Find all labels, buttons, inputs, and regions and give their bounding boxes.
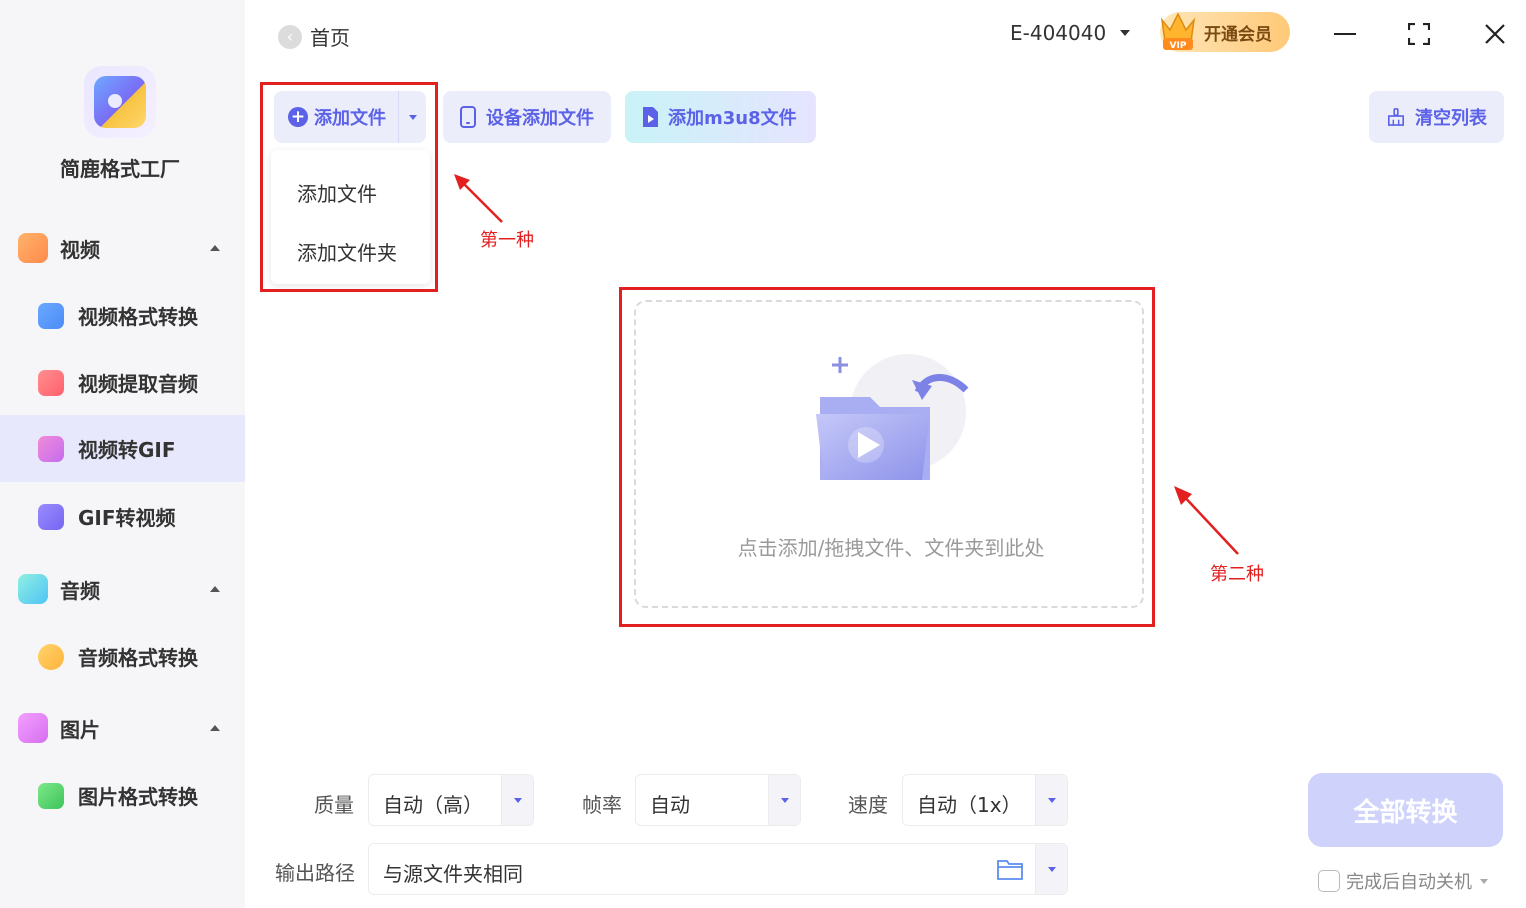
chevron-down-icon xyxy=(1048,867,1056,872)
minimize-icon xyxy=(1334,33,1356,35)
output-path-label: 输出路径 xyxy=(275,857,355,886)
convert-all-label: 全部转换 xyxy=(1353,792,1457,829)
sidebar-item-audio-format-convert[interactable]: 音频格式转换 xyxy=(0,623,245,690)
back-home-button[interactable]: ‹ 首页 xyxy=(278,22,350,51)
nav-group-label: 视频 xyxy=(60,234,100,263)
auto-shutdown-option[interactable]: 完成后自动关机 xyxy=(1318,868,1488,894)
speed-dropdown-toggle[interactable] xyxy=(1035,775,1067,825)
sidebar-item-label: GIF转视频 xyxy=(78,502,176,531)
sidebar-item-label: 视频提取音频 xyxy=(78,368,198,397)
app-window: 简鹿格式工厂 视频 视频格式转换 视频提取音频 视频转GIF GIF转视频 音频 xyxy=(0,0,1526,908)
add-m3u8-label: 添加m3u8文件 xyxy=(668,104,797,130)
sidebar-item-video-to-gif[interactable]: 视频转GIF xyxy=(0,415,245,482)
collapse-caret-icon[interactable] xyxy=(210,245,220,251)
close-icon xyxy=(1484,23,1506,45)
audio-convert-icon xyxy=(38,644,64,670)
chevron-down-icon xyxy=(514,798,522,803)
output-path-select[interactable]: 与源文件夹相同 xyxy=(368,843,1068,895)
chevron-down-icon xyxy=(781,798,789,803)
clear-list-label: 清空列表 xyxy=(1415,104,1487,130)
framerate-select[interactable]: 自动 xyxy=(635,774,801,826)
nav-group-audio[interactable]: 音频 xyxy=(0,569,245,609)
speed-value: 自动（1x） xyxy=(917,789,1022,818)
annotation-second-label: 第二种 xyxy=(1210,560,1264,586)
image-convert-icon xyxy=(38,783,64,809)
gif-video-icon xyxy=(38,504,64,530)
vip-button[interactable]: VIP 开通会员 xyxy=(1160,12,1290,52)
annotation-arrow-first xyxy=(450,170,510,226)
auto-shutdown-checkbox[interactable] xyxy=(1318,870,1340,892)
device-add-file-label: 设备添加文件 xyxy=(486,104,594,130)
convert-all-button[interactable]: 全部转换 xyxy=(1308,773,1503,847)
app-logo-icon xyxy=(94,76,146,128)
sidebar-item-image-format-convert[interactable]: 图片格式转换 xyxy=(0,762,245,829)
image-icon xyxy=(18,713,48,743)
file-drop-zone[interactable]: 点击添加/拖拽文件、文件夹到此处 xyxy=(634,300,1144,608)
speed-label: 速度 xyxy=(848,789,888,818)
vip-badge-text: VIP xyxy=(1170,41,1187,51)
extract-audio-icon xyxy=(38,370,64,396)
nav-group-video[interactable]: 视频 xyxy=(0,228,245,268)
chevron-down-icon xyxy=(1120,30,1130,36)
nav-group-image[interactable]: 图片 xyxy=(0,708,245,748)
vip-label: 开通会员 xyxy=(1204,20,1272,45)
add-m3u8-button[interactable]: 添加m3u8文件 xyxy=(625,91,816,143)
sidebar-item-label: 视频格式转换 xyxy=(78,301,198,330)
phone-icon xyxy=(459,106,477,128)
sidebar-item-label: 图片格式转换 xyxy=(78,781,198,810)
back-label: 首页 xyxy=(310,22,350,51)
annotation-box-first xyxy=(260,82,438,292)
sidebar: 简鹿格式工厂 视频 视频格式转换 视频提取音频 视频转GIF GIF转视频 音频 xyxy=(0,0,245,908)
folder-icon[interactable] xyxy=(997,858,1023,880)
nav-group-label: 音频 xyxy=(60,575,100,604)
close-button[interactable] xyxy=(1475,14,1515,54)
video-convert-icon xyxy=(38,303,64,329)
app-logo xyxy=(84,66,156,138)
add-folder-illustration-icon xyxy=(808,352,978,502)
back-arrow-icon: ‹ xyxy=(278,25,302,49)
quality-select[interactable]: 自动（高） xyxy=(368,774,534,826)
broom-icon xyxy=(1387,106,1405,128)
sidebar-item-video-extract-audio[interactable]: 视频提取音频 xyxy=(0,349,245,416)
sidebar-item-label: 音频格式转换 xyxy=(78,642,198,671)
app-name: 简鹿格式工厂 xyxy=(0,153,240,182)
auto-shutdown-label: 完成后自动关机 xyxy=(1346,868,1472,894)
quality-label: 质量 xyxy=(314,789,354,818)
speed-select[interactable]: 自动（1x） xyxy=(902,774,1068,826)
music-note-icon xyxy=(18,574,48,604)
framerate-label: 帧率 xyxy=(582,789,622,818)
fullscreen-icon xyxy=(1408,23,1430,45)
gif-icon xyxy=(38,436,64,462)
chevron-down-icon xyxy=(1048,798,1056,803)
output-path-value: 与源文件夹相同 xyxy=(383,858,523,887)
chevron-down-icon[interactable] xyxy=(1480,879,1488,884)
sidebar-item-video-format-convert[interactable]: 视频格式转换 xyxy=(0,282,245,349)
video-file-icon xyxy=(641,106,659,128)
clear-list-button[interactable]: 清空列表 xyxy=(1369,91,1504,143)
minimize-button[interactable] xyxy=(1325,14,1365,54)
video-camera-icon xyxy=(18,233,48,263)
maximize-button[interactable] xyxy=(1399,14,1439,54)
nav-group-label: 图片 xyxy=(60,714,100,743)
quality-dropdown-toggle[interactable] xyxy=(501,775,533,825)
drop-zone-hint: 点击添加/拖拽文件、文件夹到此处 xyxy=(636,532,1146,561)
annotation-first-label: 第一种 xyxy=(480,226,534,252)
framerate-value: 自动 xyxy=(650,789,690,818)
account-dropdown[interactable]: E-404040 xyxy=(1010,21,1130,45)
device-add-file-button[interactable]: 设备添加文件 xyxy=(443,91,611,143)
collapse-caret-icon[interactable] xyxy=(210,725,220,731)
output-path-dropdown-toggle[interactable] xyxy=(1035,844,1067,894)
account-id: E-404040 xyxy=(1010,21,1106,45)
annotation-arrow-second xyxy=(1170,484,1246,560)
crown-icon: VIP xyxy=(1158,6,1198,52)
sidebar-item-label: 视频转GIF xyxy=(78,434,176,463)
quality-value: 自动（高） xyxy=(383,789,483,818)
sidebar-item-gif-to-video[interactable]: GIF转视频 xyxy=(0,483,245,550)
collapse-caret-icon[interactable] xyxy=(210,586,220,592)
framerate-dropdown-toggle[interactable] xyxy=(768,775,800,825)
